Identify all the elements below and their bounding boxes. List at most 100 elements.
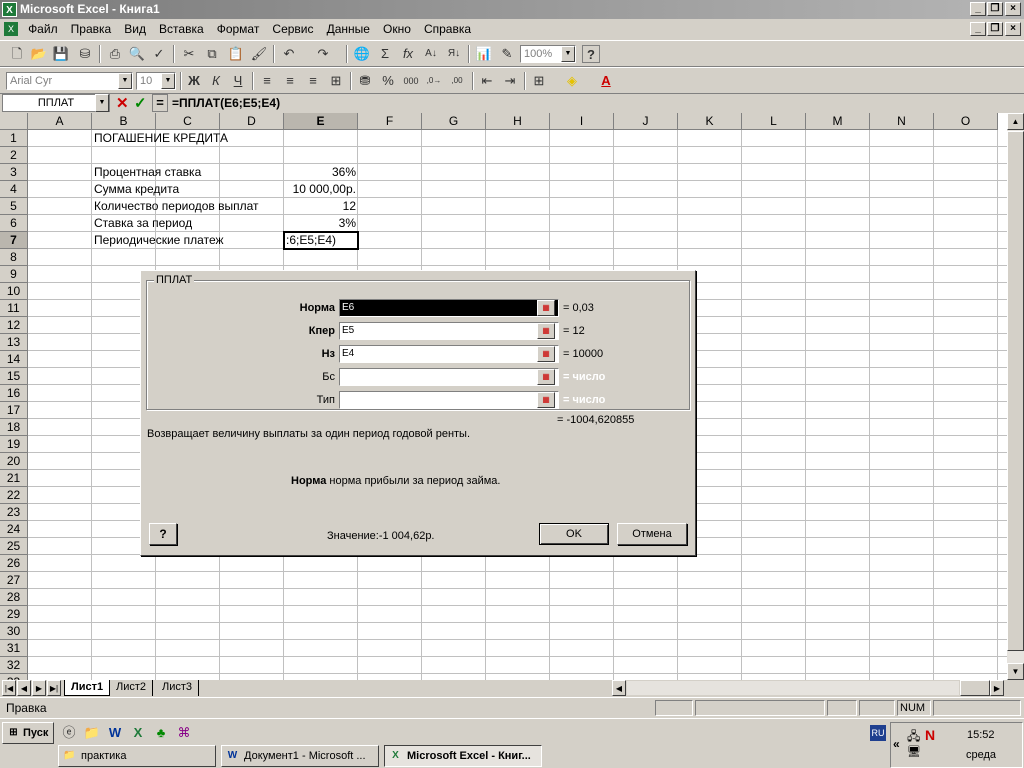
menu-format[interactable]: Формат [212, 19, 265, 40]
cell-b1[interactable]: ПОГАШЕНИЕ КРЕДИТА [94, 130, 228, 147]
new-icon[interactable]: 🗋 [8, 45, 26, 63]
select-all-corner[interactable] [0, 113, 28, 130]
folder-icon[interactable]: 📁 [83, 724, 101, 742]
row-header[interactable]: 8 [0, 249, 28, 266]
column-header[interactable]: G [422, 113, 486, 130]
percent-icon[interactable]: % [379, 72, 397, 90]
language-indicator[interactable]: RU [870, 725, 886, 741]
row-header[interactable]: 9 [0, 266, 28, 283]
cell-e5[interactable]: 12 [284, 198, 356, 215]
minimize-button[interactable]: _ [970, 2, 986, 16]
column-header[interactable]: E [284, 113, 358, 130]
formula-input[interactable]: =ППЛАТ(E6;E5;E4) [172, 96, 280, 110]
antivirus-icon[interactable]: N [925, 727, 935, 743]
merge-center-icon[interactable]: ⊞ [327, 72, 345, 90]
column-header[interactable]: B [92, 113, 156, 130]
menu-edit[interactable]: Правка [66, 19, 117, 40]
cell-e4[interactable]: 10 000,00р. [284, 181, 356, 198]
menu-view[interactable]: Вид [119, 19, 151, 40]
zoom-dropdown-icon[interactable]: ▼ [561, 46, 575, 62]
doc-minimize-button[interactable]: _ [970, 22, 986, 36]
italic-icon[interactable]: К [207, 72, 225, 90]
thousands-icon[interactable]: 000 [402, 72, 420, 90]
arg-input-type[interactable] [339, 391, 559, 409]
scroll-down-icon[interactable]: ▼ [1007, 663, 1024, 680]
horizontal-scroll-track[interactable] [627, 681, 959, 695]
word-icon[interactable]: W [106, 724, 124, 742]
active-cell-e7[interactable]: :6;E5;E4) [283, 231, 359, 250]
column-header[interactable]: N [870, 113, 934, 130]
copy-icon[interactable]: ⧉ [203, 45, 221, 63]
arg-input-pv[interactable]: E4 [339, 345, 559, 363]
doc-restore-button[interactable]: ❐ [987, 22, 1003, 36]
collapse-dialog-icon[interactable]: ▦ [537, 392, 555, 408]
align-left-icon[interactable]: ≡ [258, 72, 276, 90]
access-icon[interactable]: ⌘ [175, 724, 193, 742]
row-header[interactable]: 16 [0, 385, 28, 402]
ok-button[interactable]: OK [539, 523, 609, 545]
excel-quick-icon[interactable]: X [129, 724, 147, 742]
sort-ascending-icon[interactable]: A↓ [422, 45, 440, 63]
collapse-dialog-icon[interactable]: ▦ [537, 323, 555, 339]
font-dropdown-icon[interactable]: ▼ [118, 73, 132, 89]
menu-help[interactable]: Справка [419, 19, 476, 40]
drawing-icon[interactable]: ✎ [498, 45, 516, 63]
row-header[interactable]: 3 [0, 164, 28, 181]
autosum-icon[interactable]: Σ [376, 45, 394, 63]
row-header[interactable]: 1 [0, 130, 28, 147]
menu-data[interactable]: Данные [322, 19, 375, 40]
cut-icon[interactable]: ✂ [180, 45, 198, 63]
insert-function-icon[interactable]: = [152, 94, 168, 112]
cancel-button[interactable]: Отмена [617, 523, 687, 545]
column-header[interactable]: D [220, 113, 284, 130]
cell-b6[interactable]: Ставка за период [94, 215, 192, 232]
cell-e6[interactable]: 3% [284, 215, 356, 232]
underline-icon[interactable]: Ч [229, 72, 247, 90]
save-icon[interactable]: 💾 [52, 45, 70, 63]
column-header[interactable]: M [806, 113, 870, 130]
sheet-tab-3[interactable]: Лист3 [156, 680, 200, 696]
print-preview-icon[interactable]: 🔍 [128, 45, 146, 63]
row-header[interactable]: 26 [0, 555, 28, 572]
help-icon[interactable]: ? [582, 45, 600, 63]
row-header[interactable]: 12 [0, 317, 28, 334]
tray-expand-icon[interactable]: « [893, 737, 900, 751]
row-header[interactable]: 7 [0, 232, 28, 249]
borders-icon[interactable]: ⊞ [530, 72, 548, 90]
cell-b7[interactable]: Периодические платеж [94, 232, 224, 249]
open-icon[interactable]: 📂 [30, 45, 48, 63]
row-header[interactable]: 28 [0, 589, 28, 606]
ie-icon[interactable]: ⓔ [60, 724, 78, 742]
vertical-scrollbar[interactable]: ▲ ▼ [1007, 113, 1024, 680]
column-header[interactable]: F [358, 113, 422, 130]
font-combo[interactable]: Arial Cyr ▼ [6, 72, 133, 90]
decrease-decimal-icon[interactable]: ,00 [448, 72, 466, 90]
paste-icon[interactable]: 📋 [227, 45, 245, 63]
scroll-thumb[interactable] [1007, 131, 1024, 651]
column-header[interactable]: J [614, 113, 678, 130]
scroll-up-icon[interactable]: ▲ [1007, 113, 1024, 130]
align-center-icon[interactable]: ≡ [281, 72, 299, 90]
row-header[interactable]: 14 [0, 351, 28, 368]
row-header[interactable]: 18 [0, 419, 28, 436]
task-excel[interactable]: X Microsoft Excel - Книг... [384, 745, 542, 767]
size-dropdown-icon[interactable]: ▼ [161, 73, 175, 89]
row-header[interactable]: 22 [0, 487, 28, 504]
row-header[interactable]: 29 [0, 606, 28, 623]
redo-icon[interactable]: ↷ [314, 45, 332, 63]
row-header[interactable]: 5 [0, 198, 28, 215]
clock-time[interactable]: 15:52 [967, 729, 995, 741]
row-header[interactable]: 20 [0, 453, 28, 470]
permission-icon[interactable]: ⛁ [76, 45, 94, 63]
confirm-entry-icon[interactable]: ✓ [134, 94, 147, 112]
scroll-left-icon[interactable]: ◀ [612, 680, 626, 696]
column-header[interactable]: C [156, 113, 220, 130]
spelling-icon[interactable]: ✓ [150, 45, 168, 63]
menu-tools[interactable]: Сервис [267, 19, 318, 40]
currency-icon[interactable]: ⛃ [356, 72, 374, 90]
function-icon[interactable]: fx [399, 45, 417, 63]
row-header[interactable]: 25 [0, 538, 28, 555]
column-header[interactable]: L [742, 113, 806, 130]
doc-close-button[interactable]: × [1005, 22, 1021, 36]
font-color-icon[interactable]: A [597, 72, 615, 90]
